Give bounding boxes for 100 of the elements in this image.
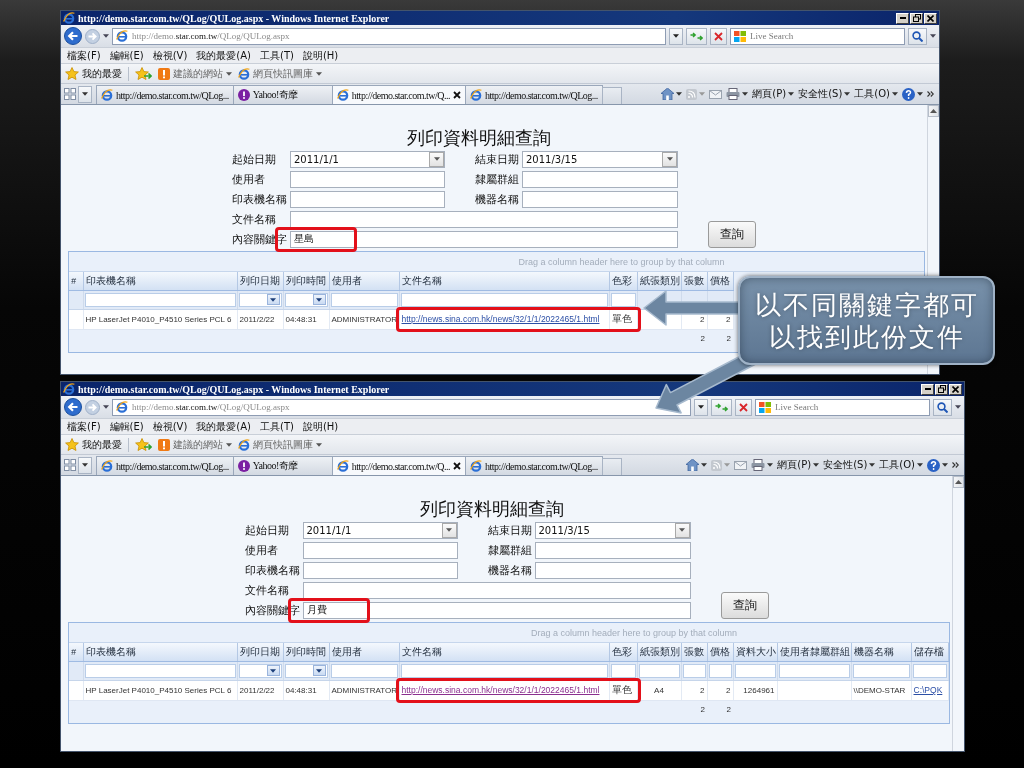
- column-header[interactable]: #: [69, 643, 83, 661]
- browser-tab[interactable]: http://demo.star.com.tw/Q...: [331, 85, 467, 104]
- menu-item[interactable]: 檢視(V): [151, 49, 189, 62]
- browser-tab[interactable]: http://demo.star.com.tw/QLog...: [96, 85, 234, 104]
- query-button[interactable]: 查詢: [720, 592, 769, 619]
- back-button[interactable]: [64, 398, 82, 416]
- input-field[interactable]: 星島: [290, 230, 678, 248]
- input-field[interactable]: [534, 561, 691, 579]
- column-header[interactable]: 價格: [707, 272, 733, 290]
- column-header[interactable]: 文件名稱: [399, 643, 609, 661]
- search-options-button[interactable]: [930, 34, 936, 38]
- address-field[interactable]: http://demo.star.com.tw/QLog/QULog.aspx: [112, 27, 666, 45]
- input-field[interactable]: [290, 190, 445, 208]
- filter-field[interactable]: [400, 292, 608, 307]
- search-options-button[interactable]: [955, 405, 961, 409]
- dropdown-button[interactable]: [662, 151, 677, 167]
- print-button[interactable]: [751, 459, 774, 471]
- close-icon[interactable]: [453, 91, 462, 99]
- close-button[interactable]: [949, 383, 962, 395]
- filter-field[interactable]: [610, 663, 636, 678]
- close-button[interactable]: [924, 12, 937, 24]
- input-field[interactable]: [302, 581, 691, 599]
- home-button[interactable]: [661, 88, 683, 100]
- file-link[interactable]: http://news.sina.com.hk/news/32/1/1/2022465/1.html: [401, 685, 600, 695]
- browser-tab[interactable]: http://demo.star.com.tw/Q...: [331, 456, 467, 475]
- command-menu[interactable]: 工具(O): [879, 458, 923, 472]
- column-header[interactable]: 列印時間: [283, 643, 329, 661]
- input-field[interactable]: [522, 170, 678, 188]
- scroll-up-button[interactable]: [928, 105, 939, 117]
- dropdown-field[interactable]: 2011/3/15: [534, 521, 691, 539]
- minimize-button[interactable]: [921, 383, 934, 395]
- filter-field[interactable]: [734, 663, 776, 678]
- menu-item[interactable]: 編輯(E): [108, 420, 145, 433]
- help-button[interactable]: [902, 87, 923, 101]
- menu-item[interactable]: 說明(H): [301, 49, 340, 62]
- minimize-button[interactable]: [896, 12, 909, 24]
- filter-field[interactable]: [84, 663, 236, 678]
- browser-tab[interactable]: http://demo.star.com.tw/QLog...: [465, 85, 603, 104]
- column-header[interactable]: 印表機名稱: [83, 643, 237, 661]
- column-header[interactable]: 印表機名稱: [83, 272, 237, 290]
- mail-button[interactable]: [709, 89, 723, 99]
- favorites-button[interactable]: 我的最愛: [65, 66, 122, 81]
- command-menu[interactable]: 網頁(P): [777, 458, 820, 472]
- favorites-button[interactable]: 我的最愛: [65, 437, 122, 452]
- input-field[interactable]: [290, 170, 445, 188]
- input-field[interactable]: [534, 541, 691, 559]
- search-field[interactable]: Live Search: [755, 398, 930, 416]
- column-header[interactable]: 色彩: [609, 643, 637, 661]
- filter-field[interactable]: [238, 663, 282, 678]
- filter-field[interactable]: [852, 663, 910, 678]
- dropdown-button[interactable]: [674, 522, 690, 538]
- address-dropdown-button[interactable]: [669, 27, 683, 45]
- column-header[interactable]: 紙張類別: [637, 272, 681, 290]
- command-menu[interactable]: 安全性(S): [798, 87, 851, 101]
- filter-field[interactable]: [238, 292, 282, 307]
- menu-item[interactable]: 工具(T): [259, 420, 295, 433]
- dropdown-button[interactable]: [429, 151, 444, 167]
- column-header[interactable]: 文件名稱: [399, 272, 609, 290]
- favorites-link[interactable]: 建議的網站: [158, 66, 232, 81]
- column-header[interactable]: 使用者: [329, 272, 399, 290]
- recent-pages-button[interactable]: [103, 405, 109, 409]
- column-header[interactable]: 列印時間: [283, 272, 329, 290]
- quick-tabs-button[interactable]: [64, 88, 76, 100]
- browser-tab[interactable]: Yahoo!奇摩: [232, 85, 333, 104]
- filter-field[interactable]: [778, 663, 850, 678]
- column-header[interactable]: #: [69, 272, 83, 290]
- restore-button[interactable]: [935, 383, 948, 395]
- column-header[interactable]: 張數: [681, 643, 707, 661]
- restore-button[interactable]: [910, 12, 923, 24]
- close-icon[interactable]: [453, 462, 462, 470]
- menu-item[interactable]: 編輯(E): [108, 49, 145, 62]
- menu-item[interactable]: 檔案(F): [66, 49, 102, 62]
- menu-item[interactable]: 檔案(F): [66, 420, 102, 433]
- command-menu[interactable]: 安全性(S): [823, 458, 876, 472]
- input-field[interactable]: [302, 561, 458, 579]
- filter-field[interactable]: [682, 663, 706, 678]
- tab-list-button[interactable]: [78, 456, 92, 474]
- add-favorite-button[interactable]: [135, 438, 152, 451]
- mail-button[interactable]: [734, 460, 748, 470]
- command-menu[interactable]: 網頁(P): [752, 87, 795, 101]
- input-field[interactable]: 月費: [302, 601, 691, 619]
- filter-field[interactable]: [284, 292, 328, 307]
- filter-field[interactable]: [330, 663, 398, 678]
- input-field[interactable]: [522, 190, 678, 208]
- column-header[interactable]: 張數: [681, 272, 707, 290]
- scroll-up-button[interactable]: [953, 476, 964, 488]
- menu-item[interactable]: 我的最愛(A): [195, 49, 252, 62]
- filter-field[interactable]: [330, 292, 398, 307]
- column-header[interactable]: 價格: [707, 643, 733, 661]
- column-header[interactable]: 資料大小: [733, 643, 777, 661]
- search-button[interactable]: [933, 398, 952, 416]
- browser-tab[interactable]: http://demo.star.com.tw/QLog...: [465, 456, 603, 475]
- print-button[interactable]: [726, 88, 749, 100]
- dropdown-field[interactable]: 2011/1/1: [290, 150, 445, 168]
- stop-button[interactable]: [735, 398, 752, 416]
- filter-field[interactable]: [610, 292, 636, 307]
- filter-field[interactable]: [400, 663, 608, 678]
- stop-button[interactable]: [710, 27, 727, 45]
- filter-field[interactable]: [84, 292, 236, 307]
- recent-pages-button[interactable]: [103, 34, 109, 38]
